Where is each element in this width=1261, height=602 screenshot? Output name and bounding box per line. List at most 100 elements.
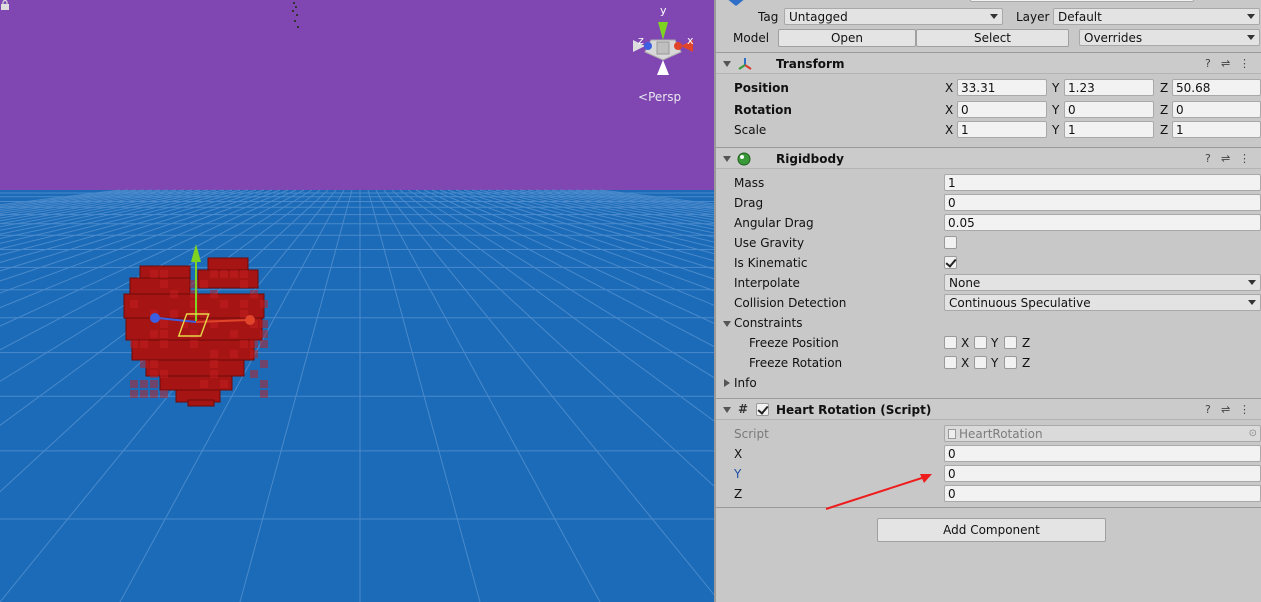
constraints-label: Constraints — [734, 316, 802, 330]
freeze-rotation-x-checkbox[interactable] — [944, 356, 957, 369]
fold-arrow-icon[interactable] — [723, 61, 731, 67]
model-row: Model Open Select Overrides — [716, 28, 1261, 48]
menu-icon[interactable]: ⋮ — [1239, 57, 1250, 70]
script-z-field[interactable]: 0 — [944, 485, 1261, 502]
script-field[interactable]: HeartRotation ⊙ — [944, 425, 1261, 442]
perspective-label[interactable]: <Persp — [638, 90, 681, 104]
menu-icon[interactable]: ⋮ — [1239, 152, 1250, 165]
position-z-field[interactable]: 50.68 — [1172, 79, 1261, 96]
model-label: Model — [733, 31, 769, 45]
add-component-button[interactable]: Add Component — [877, 518, 1106, 542]
fold-arrow-icon[interactable] — [723, 407, 731, 413]
overrides-dropdown[interactable]: Overrides — [1079, 29, 1260, 46]
script-row: Script HeartRotation ⊙ — [716, 424, 1261, 444]
drag-field[interactable]: 0 — [944, 194, 1261, 211]
inspector-panel: Tag Untagged Layer Default Model Open Se… — [714, 0, 1261, 602]
scale-label: Scale — [734, 123, 766, 137]
script-y-label: Y — [734, 467, 741, 481]
fold-arrow-icon[interactable] — [723, 321, 731, 327]
freeze-position-label: Freeze Position — [749, 336, 839, 350]
scale-x-field[interactable]: 1 — [957, 121, 1047, 138]
help-icon[interactable]: ? — [1205, 152, 1211, 165]
rotation-label: Rotation — [734, 103, 792, 117]
script-y-field[interactable]: 0 — [944, 465, 1261, 482]
axis-z-label: Z — [1160, 81, 1168, 95]
is-kinematic-label: Is Kinematic — [734, 256, 807, 270]
tag-dropdown[interactable]: Untagged — [784, 8, 1003, 25]
help-icon[interactable]: ? — [1205, 403, 1211, 416]
use-gravity-checkbox[interactable] — [944, 236, 957, 249]
open-button[interactable]: Open — [778, 29, 916, 47]
freeze-rotation-y-checkbox[interactable] — [974, 356, 987, 369]
fold-arrow-icon[interactable] — [724, 379, 730, 387]
axis-x-label: X — [961, 356, 969, 370]
fold-arrow-icon[interactable] — [723, 156, 731, 162]
menu-icon[interactable]: ⋮ — [1239, 403, 1250, 416]
rigidbody-title: Rigidbody — [776, 152, 844, 166]
rotation-z-field[interactable]: 0 — [1172, 101, 1261, 118]
scale-z-field[interactable]: 1 — [1172, 121, 1261, 138]
freeze-rotation-label: Freeze Rotation — [749, 356, 842, 370]
script-y-row: Y 0 — [716, 464, 1261, 484]
freeze-rotation-z-checkbox[interactable] — [1004, 356, 1017, 369]
axis-z-label: Z — [1022, 356, 1030, 370]
component-enabled-checkbox[interactable] — [756, 403, 769, 416]
layer-dropdown[interactable]: Default — [1053, 8, 1260, 25]
axis-y-label: Y — [991, 356, 998, 370]
collision-detection-label: Collision Detection — [734, 296, 846, 310]
heart-rotation-header[interactable]: # Heart Rotation (Script) ? ⇌ ⋮ — [716, 398, 1261, 420]
use-gravity-label: Use Gravity — [734, 236, 804, 250]
scene-canvas[interactable]: y x z — [0, 0, 714, 602]
chevron-down-icon — [1248, 280, 1256, 285]
collision-detection-dropdown[interactable]: Continuous Speculative — [944, 294, 1261, 311]
tag-layer-row: Tag Untagged Layer Default — [716, 7, 1261, 27]
preset-icon[interactable]: ⇌ — [1221, 403, 1230, 416]
rotation-x-field[interactable]: 0 — [957, 101, 1047, 118]
transform-header[interactable]: Transform ? ⇌ ⋮ — [716, 52, 1261, 74]
preset-icon[interactable]: ⇌ — [1221, 152, 1230, 165]
object-picker-icon[interactable]: ⊙ — [1249, 427, 1257, 441]
axis-z-label: Z — [1022, 336, 1030, 350]
is-kinematic-checkbox[interactable] — [944, 256, 957, 269]
info-row[interactable]: Info — [716, 373, 1261, 393]
preset-icon[interactable]: ⇌ — [1221, 57, 1230, 70]
position-x-field[interactable]: 33.31 — [957, 79, 1047, 96]
axis-x-label: X — [945, 123, 953, 137]
rigidbody-icon — [736, 151, 752, 167]
mass-field[interactable]: 1 — [944, 174, 1261, 191]
script-x-field[interactable]: 0 — [944, 445, 1261, 462]
script-value: HeartRotation — [959, 427, 1043, 441]
angular-drag-field[interactable]: 0.05 — [944, 214, 1261, 231]
constraints-row[interactable]: Constraints — [716, 313, 1261, 333]
skybox — [0, 0, 714, 190]
axis-z-label: Z — [1160, 103, 1168, 117]
freeze-position-y-checkbox[interactable] — [974, 336, 987, 349]
chevron-down-icon — [1248, 300, 1256, 305]
lock-icon[interactable] — [0, 0, 10, 10]
component-menu: ? ⇌ ⋮ — [1205, 57, 1255, 71]
freeze-position-z-checkbox[interactable] — [1004, 336, 1017, 349]
axis-y-label: Y — [991, 336, 998, 350]
freeze-position-row: Freeze Position X Y Z — [716, 333, 1261, 353]
position-y-field[interactable]: 1.23 — [1064, 79, 1154, 96]
freeze-position-x-checkbox[interactable] — [944, 336, 957, 349]
select-button[interactable]: Select — [916, 29, 1069, 47]
info-label: Info — [734, 376, 757, 390]
heart-rotation-title: Heart Rotation (Script) — [776, 403, 931, 417]
axis-x-label: X — [945, 103, 953, 117]
script-label: Script — [734, 427, 769, 441]
angular-drag-row: Angular Drag 0.05 — [716, 213, 1261, 233]
svg-text:z: z — [638, 34, 644, 47]
rotation-y-field[interactable]: 0 — [1064, 101, 1154, 118]
script-z-row: Z 0 — [716, 484, 1261, 504]
interpolate-dropdown[interactable]: None — [944, 274, 1261, 291]
name-field[interactable] — [970, 0, 1194, 2]
rigidbody-header[interactable]: Rigidbody ? ⇌ ⋮ — [716, 147, 1261, 169]
script-icon: # — [738, 402, 748, 416]
script-file-icon — [948, 429, 956, 439]
position-row: Position X 33.31 Y 1.23 Z 50.68 — [716, 78, 1261, 98]
scale-y-field[interactable]: 1 — [1064, 121, 1154, 138]
help-icon[interactable]: ? — [1205, 57, 1211, 70]
chevron-down-icon — [1247, 14, 1255, 19]
scene-view[interactable]: y x z <Persp — [0, 0, 714, 602]
